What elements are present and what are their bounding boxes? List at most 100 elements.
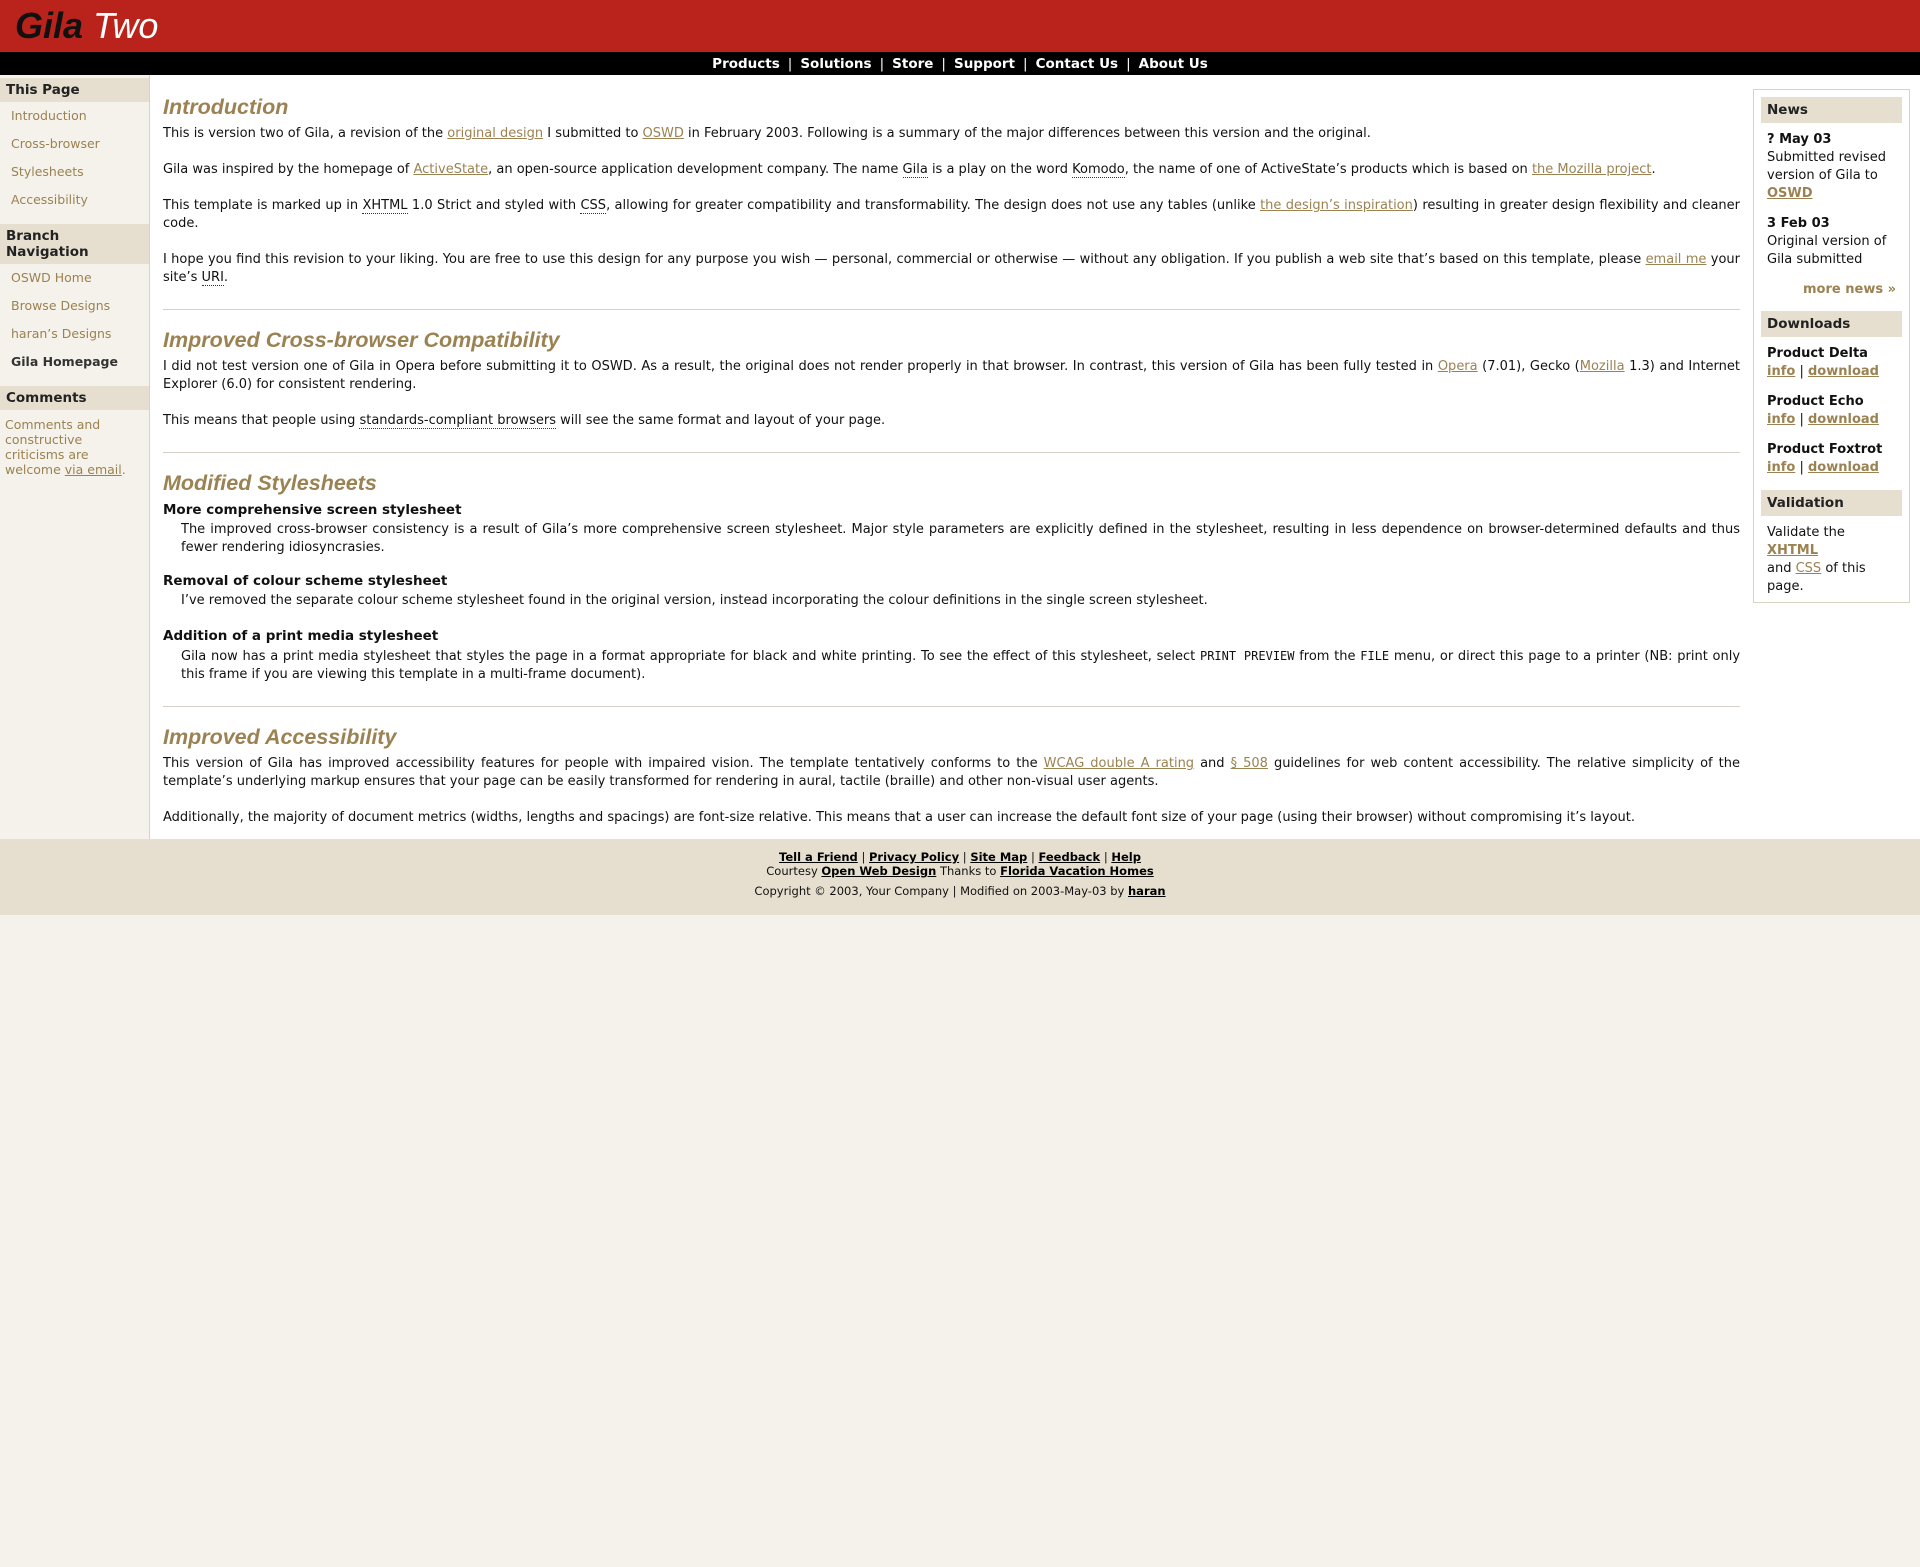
footer-courtesy: Courtesy Open Web Design Thanks to Flori…: [766, 864, 1154, 878]
comments-heading: Comments: [0, 386, 149, 410]
stylesheet-desc-1: The improved cross-browser consistency i…: [181, 522, 1740, 555]
validation-heading: Validation: [1761, 490, 1902, 516]
uri-abbr: URI: [201, 270, 224, 286]
news-heading: News: [1761, 97, 1902, 123]
nav-store[interactable]: Store: [892, 56, 933, 72]
download-item: Product Foxtrot info | download: [1767, 442, 1883, 475]
sidebar-item-browse-designs[interactable]: Browse Designs: [0, 292, 149, 320]
stylesheet-desc-2: I’ve removed the separate colour scheme …: [181, 593, 1208, 608]
sidebar-item-oswd-home[interactable]: OSWD Home: [0, 264, 149, 292]
page-body: This Page Introduction Cross-browser Sty…: [0, 75, 1920, 839]
section-title-stylesheets: Modified Stylesheets: [163, 471, 377, 495]
gila-abbr: Gila: [902, 162, 928, 178]
stylesheet-desc-3: Gila now has a print media stylesheet th…: [181, 649, 1741, 682]
news-date: 3 Feb 03: [1767, 216, 1830, 231]
section-divider: [163, 706, 1740, 707]
stylesheet-heading-1: More comprehensive screen stylesheet: [163, 502, 462, 518]
stylesheet-heading-3: Addition of a print media stylesheet: [163, 628, 439, 644]
section-divider: [163, 452, 1740, 453]
info-link[interactable]: info: [1767, 412, 1795, 427]
standards-browsers-abbr: standards-compliant browsers: [359, 413, 557, 429]
download-link[interactable]: download: [1808, 364, 1879, 379]
section-divider: [163, 309, 1740, 310]
sidebar-item-introduction[interactable]: Introduction: [0, 102, 149, 130]
xhtml-abbr: XHTML: [362, 198, 408, 214]
nav-support[interactable]: Support: [954, 56, 1015, 72]
news-item: ? May 03 Submitted revised version of Gi…: [1767, 132, 1886, 201]
mozilla-link[interactable]: Mozilla: [1580, 359, 1625, 374]
section-title-accessibility: Improved Accessibility: [163, 725, 397, 749]
email-me-link[interactable]: email me: [1646, 252, 1707, 267]
download-item: Product Delta info | download: [1767, 346, 1879, 379]
main-content: Introduction This is version two of Gila…: [163, 75, 1740, 827]
sidebar-item-accessibility[interactable]: Accessibility: [0, 186, 149, 214]
news-date: ? May 03: [1767, 132, 1832, 147]
file-menu-key: FILE: [1360, 649, 1390, 663]
right-sidebar: News ? May 03 Submitted revised version …: [1753, 89, 1910, 603]
nav-separator: |: [1023, 56, 1028, 72]
design-inspiration-link[interactable]: the design’s inspiration: [1260, 198, 1413, 213]
download-link[interactable]: download: [1808, 460, 1879, 475]
footer: Tell a Friend | Privacy Policy | Site Ma…: [0, 839, 1920, 915]
top-navigation: Products | Solutions | Store | Support | Contact…: [0, 52, 1920, 75]
info-link[interactable]: info: [1767, 460, 1795, 475]
section-title-cross-browser: Improved Cross-browser Compatibility: [163, 328, 560, 352]
downloads-heading: Downloads: [1761, 311, 1902, 337]
footer-links: Tell a Friend | Privacy Policy | Site Ma…: [779, 850, 1141, 864]
feedback-link[interactable]: Feedback: [1038, 850, 1100, 864]
download-item: Product Echo info | download: [1767, 394, 1879, 427]
cross-paragraph-1: I did not test version one of Gila in Op…: [163, 359, 1740, 392]
this-page-heading: This Page: [0, 78, 149, 102]
nav-solutions[interactable]: Solutions: [800, 56, 871, 72]
oswd-link[interactable]: OSWD: [643, 126, 684, 141]
activestate-link[interactable]: ActiveState: [414, 162, 489, 177]
site-map-link[interactable]: Site Map: [970, 850, 1027, 864]
sidebar-item-cross-browser[interactable]: Cross-browser: [0, 130, 149, 158]
nav-separator: |: [879, 56, 885, 72]
tell-a-friend-link[interactable]: Tell a Friend: [779, 850, 858, 864]
product-name: Product Echo: [1767, 394, 1864, 409]
wcag-link[interactable]: WCAG double A rating: [1044, 756, 1194, 771]
mozilla-project-link[interactable]: the Mozilla project: [1532, 162, 1652, 177]
nav-about-us[interactable]: About Us: [1139, 56, 1208, 72]
author-link[interactable]: haran: [1128, 884, 1166, 898]
florida-vacation-homes-link[interactable]: Florida Vacation Homes: [1000, 864, 1154, 878]
nav-contact-us[interactable]: Contact Us: [1036, 56, 1119, 72]
open-web-design-link[interactable]: Open Web Design: [821, 864, 936, 878]
css-validate-link[interactable]: CSS: [1796, 561, 1822, 576]
nav-products[interactable]: Products: [712, 56, 780, 72]
nav-separator: |: [1126, 56, 1131, 72]
sidebar-item-harans-designs[interactable]: haran’s Designs: [0, 320, 149, 348]
intro-paragraph-2: Gila was inspired by the homepage of Act…: [163, 162, 1656, 178]
left-sidebar: This Page Introduction Cross-browser Sty…: [0, 75, 150, 839]
more-news: more news »: [1761, 281, 1902, 299]
nav-separator: |: [787, 56, 793, 72]
product-name: Product Foxtrot: [1767, 442, 1883, 457]
stylesheet-heading-2: Removal of colour scheme stylesheet: [163, 573, 448, 589]
opera-link[interactable]: Opera: [1438, 359, 1478, 374]
intro-paragraph-3: This template is marked up in XHTML 1.0 …: [163, 198, 1741, 231]
download-link[interactable]: download: [1808, 412, 1879, 427]
xhtml-validate-link[interactable]: XHTML: [1767, 543, 1818, 558]
via-email-link[interactable]: via email: [65, 462, 122, 477]
more-news-link[interactable]: more news »: [1803, 282, 1896, 297]
komodo-abbr: Komodo: [1072, 162, 1125, 178]
privacy-policy-link[interactable]: Privacy Policy: [869, 850, 959, 864]
logo-part2: Two: [93, 5, 159, 46]
section-508-link[interactable]: § 508: [1231, 756, 1268, 771]
logo[interactable]: Gila Two: [15, 6, 158, 46]
help-link[interactable]: Help: [1111, 850, 1141, 864]
comments-text: Comments and constructive criticisms are…: [5, 417, 126, 477]
product-name: Product Delta: [1767, 346, 1868, 361]
sidebar-item-gila-homepage[interactable]: Gila Homepage: [0, 348, 149, 376]
cross-paragraph-2: This means that people using standards-c…: [163, 413, 886, 429]
nav-separator: |: [941, 56, 946, 72]
footer-copyright: Copyright © 2003, Your Company | Modifie…: [754, 884, 1166, 898]
branch-navigation-heading: Branch Navigation: [0, 224, 149, 264]
header: Gila Two: [0, 0, 1920, 52]
sidebar-item-stylesheets[interactable]: Stylesheets: [0, 158, 149, 186]
original-design-link[interactable]: original design: [447, 126, 543, 141]
news-oswd-link[interactable]: OSWD: [1767, 186, 1813, 201]
section-title-introduction: Introduction: [163, 95, 289, 119]
info-link[interactable]: info: [1767, 364, 1795, 379]
